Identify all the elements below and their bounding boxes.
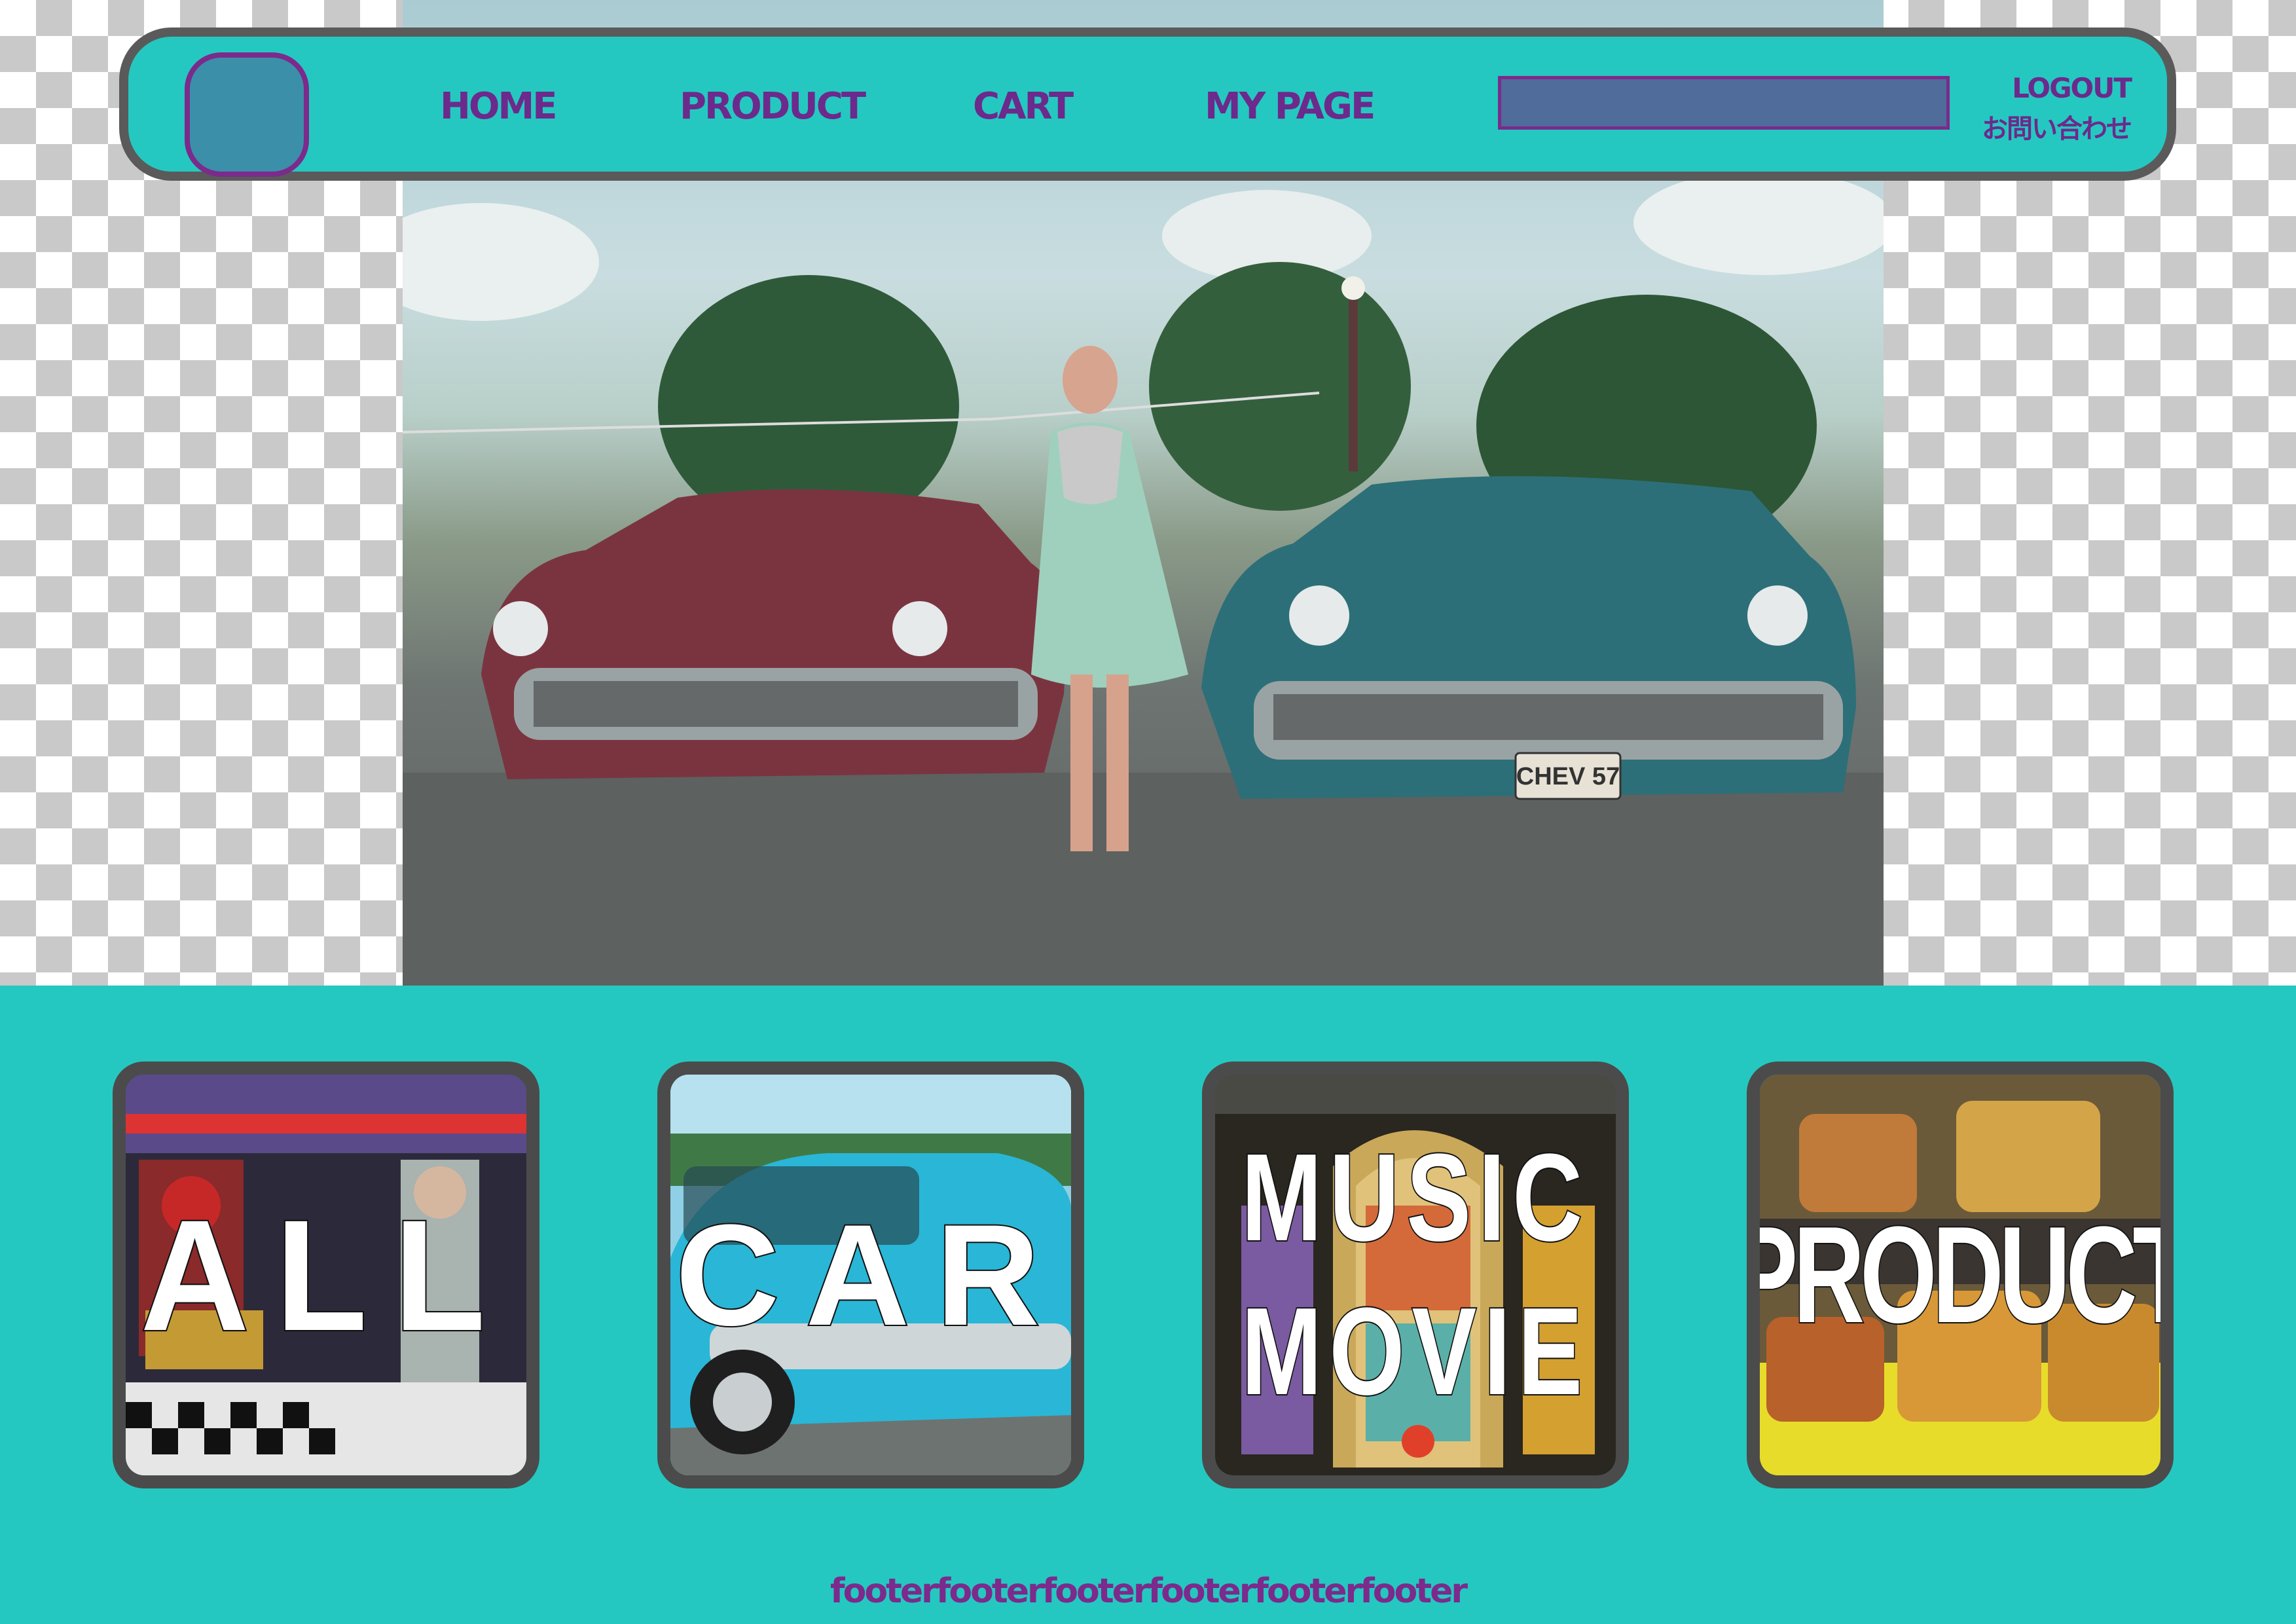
category-label-car: CAR: [674, 1193, 1066, 1357]
header-nav-bar: HOME PRODUCT CART MY PAGE LOGOUT お問い合わせ: [119, 28, 2176, 181]
category-section: ALL CAR MUSIC MOVIE PRODUCT footerfooter…: [0, 986, 2296, 1624]
category-label-all: ALL: [139, 1185, 512, 1365]
license-plate-text: CHEV 57: [1516, 763, 1620, 790]
nav-product-link[interactable]: PRODUCT: [680, 85, 866, 128]
nav-mypage-link[interactable]: MY PAGE: [1205, 85, 1376, 128]
category-card-music-movie[interactable]: MUSIC MOVIE: [1202, 1061, 1629, 1488]
category-card-product[interactable]: PRODUCT: [1747, 1061, 2174, 1488]
contact-link[interactable]: お問い合わせ: [1982, 107, 2132, 145]
category-label-product: PRODUCT: [1747, 1196, 2174, 1353]
category-card-all[interactable]: ALL: [113, 1061, 539, 1488]
category-label-music-movie: MUSIC MOVIE: [1240, 1127, 1590, 1422]
footer-text: footerfooterfooterfooterfooterfooter: [829, 1572, 1468, 1611]
category-card-car[interactable]: CAR: [657, 1061, 1084, 1488]
logo[interactable]: [185, 52, 309, 177]
search-input[interactable]: [1498, 76, 1950, 130]
nav-cart-link[interactable]: CART: [973, 85, 1074, 128]
logout-link[interactable]: LOGOUT: [2012, 72, 2132, 104]
nav-home-link[interactable]: HOME: [440, 85, 557, 128]
